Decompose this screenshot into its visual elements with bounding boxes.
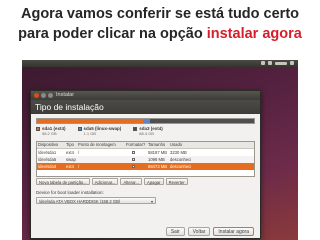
column-header[interactable]: Formatar? <box>125 142 147 148</box>
cell-format <box>125 156 147 163</box>
cell-used: desconhecido <box>170 157 191 162</box>
cell-mount <box>77 156 125 163</box>
back-button[interactable]: Voltar <box>187 227 211 236</box>
revert-button[interactable]: Reverter <box>165 178 188 185</box>
cell-format <box>125 163 147 170</box>
table-toolbar: Nova tabela de partição... Adicionar... … <box>36 178 255 186</box>
minimize-icon[interactable] <box>41 93 46 98</box>
legend-item: sda3 (ext4) 88.4 GB <box>133 126 163 138</box>
column-header[interactable]: Usado <box>169 142 191 148</box>
partition-table: Dispositivo Tipo Ponto de montagem Forma… <box>36 141 255 177</box>
table-row[interactable]: /dev/sda1 ext4 / 58187 MB 3230 MB <box>37 149 254 156</box>
table-row[interactable]: /dev/sda5 swap 1098 MB desconhecido <box>37 156 254 163</box>
network-icon[interactable] <box>261 61 265 65</box>
cell-device: /dev/sda1 <box>38 150 57 155</box>
legend-size: 88.4 GB <box>139 131 154 136</box>
cell-used: 3230 MB <box>170 150 187 155</box>
partition-segment-sda1 <box>37 119 144 123</box>
column-header[interactable]: Ponto de montagem <box>77 142 125 148</box>
power-icon[interactable] <box>290 61 294 65</box>
column-header[interactable]: Dispositivo <box>37 142 65 148</box>
cell-device: /dev/sda5 <box>38 157 57 162</box>
cell-format <box>125 149 147 156</box>
cell-size: 58187 MB <box>148 150 168 155</box>
add-partition-button[interactable]: Adicionar... <box>91 178 119 185</box>
legend-item: sda5 (linux-swap) 1.1 GB <box>77 126 121 138</box>
new-partition-table-button[interactable]: Nova tabela de partição... <box>36 178 90 185</box>
partition-segment-sda3 <box>149 119 254 123</box>
format-checkbox[interactable] <box>132 165 135 169</box>
bootloader-select[interactable]: /dev/sda ATA VBOX HARDDISK (158.2 GB) ▾ <box>36 197 156 204</box>
panel-indicators <box>261 61 294 65</box>
dialog-buttons: Sair Voltar Instalar agora <box>165 227 254 236</box>
quit-button[interactable]: Sair <box>165 227 185 236</box>
bootloader-value: /dev/sda ATA VBOX HARDDISK (158.2 GB) <box>39 199 121 204</box>
window-titlebar[interactable]: Instalar <box>31 91 260 100</box>
caption-line-2-text: para poder clicar na opção <box>18 26 207 42</box>
close-icon[interactable] <box>34 93 39 98</box>
installer-banner: Tipo de instalação <box>31 100 260 114</box>
column-header[interactable]: Tamanho <box>147 142 169 148</box>
volume-icon[interactable] <box>268 61 272 65</box>
column-header[interactable]: Tipo <box>65 142 77 148</box>
table-header: Dispositivo Tipo Ponto de montagem Forma… <box>37 142 254 149</box>
format-checkbox[interactable] <box>132 158 135 162</box>
partition-legend: sda1 (ext4) 58.2 GB sda5 (linux-swap) 1.1 … <box>36 126 255 138</box>
installer-window: Instalar Tipo de instalação sda1 (ext4) 5… <box>30 90 261 239</box>
format-checkbox[interactable] <box>132 151 135 155</box>
legend-swatch <box>77 127 82 131</box>
clock-indicator[interactable] <box>275 62 287 65</box>
legend-item: sda1 (ext4) 58.2 GB <box>36 126 66 138</box>
cell-size: 1098 MB <box>148 157 165 162</box>
caption-line-2: para poder clicar na opção instalar agor… <box>0 24 320 44</box>
chevron-down-icon: ▾ <box>150 199 153 204</box>
legend-swatch <box>36 127 40 131</box>
partition-bar <box>36 118 255 124</box>
change-partition-button[interactable]: Alterar... <box>120 178 143 185</box>
bootloader-label: Device for boot loader installation: <box>36 190 104 195</box>
cell-type: ext4 <box>66 150 74 155</box>
caption-highlight: instalar agora <box>206 26 302 42</box>
cell-used: desconhecido <box>170 164 191 169</box>
cell-mount: / <box>78 164 80 169</box>
table-row-selected[interactable]: /dev/sda3 ext4 / 88473 MB desconhecido <box>37 163 254 170</box>
cell-device: /dev/sda3 <box>38 164 57 169</box>
maximize-icon[interactable] <box>48 93 53 98</box>
cell-type: ext4 <box>66 164 74 169</box>
window-title: Instalar <box>56 92 75 98</box>
desktop-screenshot: Instalar Tipo de instalação sda1 (ext4) 5… <box>22 60 298 240</box>
legend-swatch <box>133 127 138 131</box>
cell-type: swap <box>66 157 76 162</box>
legend-size: 1.1 GB <box>83 131 96 136</box>
top-panel <box>22 60 298 67</box>
page-title: Tipo de instalação <box>35 102 104 112</box>
caption-line-1: Agora vamos conferir se está tudo certo <box>21 6 299 22</box>
cell-mount: / <box>78 150 80 155</box>
delete-partition-button[interactable]: Apagar <box>144 178 164 185</box>
cell-size: 88473 MB <box>148 164 168 169</box>
slide-caption: Agora vamos conferir se está tudo certo … <box>0 4 320 44</box>
install-now-button[interactable]: Instalar agora <box>213 227 254 236</box>
legend-size: 58.2 GB <box>42 131 57 136</box>
